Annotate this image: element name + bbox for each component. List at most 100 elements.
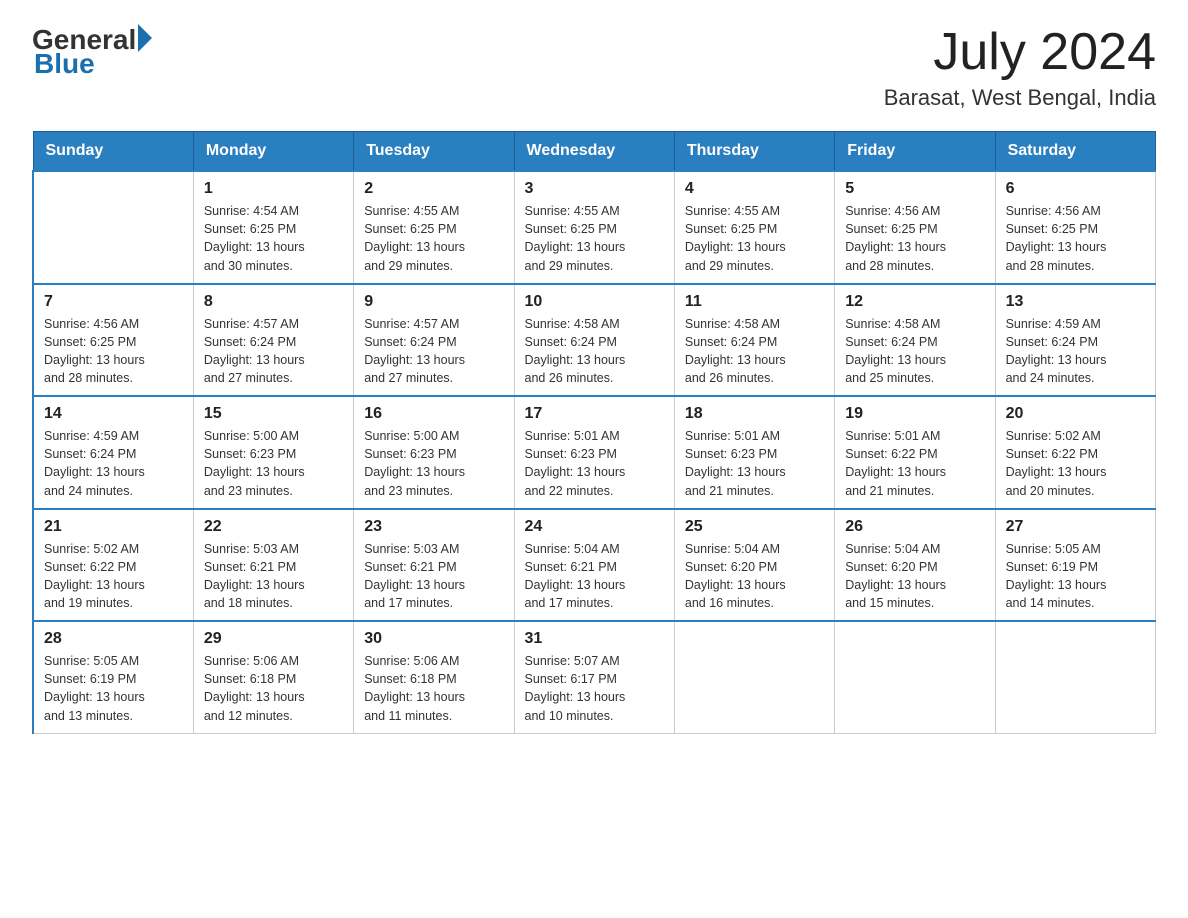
calendar-week-row: 7 Sunrise: 4:56 AM Sunset: 6:25 PM Daylig… (33, 284, 1156, 397)
calendar-header-row: SundayMondayTuesdayWednesdayThursdayFrid… (33, 132, 1156, 172)
calendar-day-23: 23Sunrise: 5:03 AM Sunset: 6:21 PM Dayli… (354, 509, 514, 622)
day-info: Sunrise: 5:01 AM Sunset: 6:23 PM Dayligh… (685, 427, 824, 500)
day-number: 24 (525, 518, 664, 536)
day-number: 1 (204, 180, 343, 198)
logo: General Blue (32, 24, 152, 80)
calendar-day-28: 28Sunrise: 5:05 AM Sunset: 6:19 PM Dayli… (33, 621, 193, 733)
location-subtitle: Barasat, West Bengal, India (884, 85, 1156, 111)
calendar-day-4: 4 Sunrise: 4:55 AM Sunset: 6:25 PM Daylig… (674, 171, 834, 284)
logo-blue-text: Blue (32, 48, 152, 80)
day-info: Sunrise: 5:07 AM Sunset: 6:17 PM Dayligh… (525, 652, 664, 725)
day-number: 29 (204, 630, 343, 648)
weekday-header-wednesday: Wednesday (514, 132, 674, 172)
calendar-day-12: 12 Sunrise: 4:58 AM Sunset: 6:24 PM Dayli… (835, 284, 995, 397)
calendar-day-3: 3 Sunrise: 4:55 AM Sunset: 6:25 PM Daylig… (514, 171, 674, 284)
day-number: 12 (845, 293, 984, 311)
calendar-empty-cell (674, 621, 834, 733)
day-info: Sunrise: 5:06 AM Sunset: 6:18 PM Dayligh… (364, 652, 503, 725)
calendar-day-25: 25Sunrise: 5:04 AM Sunset: 6:20 PM Dayli… (674, 509, 834, 622)
calendar-day-17: 17 Sunrise: 5:01 AM Sunset: 6:23 PM Dayli… (514, 396, 674, 509)
weekday-header-sunday: Sunday (33, 132, 193, 172)
day-number: 15 (204, 405, 343, 423)
calendar-week-row: 14Sunrise: 4:59 AM Sunset: 6:24 PM Dayli… (33, 396, 1156, 509)
calendar-day-2: 2 Sunrise: 4:55 AM Sunset: 6:25 PM Daylig… (354, 171, 514, 284)
calendar-day-21: 21 Sunrise: 5:02 AM Sunset: 6:22 PM Dayli… (33, 509, 193, 622)
day-number: 27 (1006, 518, 1145, 536)
day-info: Sunrise: 4:58 AM Sunset: 6:24 PM Dayligh… (525, 315, 664, 388)
calendar-day-15: 15 Sunrise: 5:00 AM Sunset: 6:23 PM Dayli… (193, 396, 353, 509)
day-info: Sunrise: 4:56 AM Sunset: 6:25 PM Dayligh… (44, 315, 183, 388)
day-info: Sunrise: 5:03 AM Sunset: 6:21 PM Dayligh… (204, 540, 343, 613)
day-info: Sunrise: 4:57 AM Sunset: 6:24 PM Dayligh… (204, 315, 343, 388)
day-number: 5 (845, 180, 984, 198)
day-number: 9 (364, 293, 503, 311)
day-number: 22 (204, 518, 343, 536)
day-number: 8 (204, 293, 343, 311)
day-info: Sunrise: 5:00 AM Sunset: 6:23 PM Dayligh… (204, 427, 343, 500)
day-info: Sunrise: 4:57 AM Sunset: 6:24 PM Dayligh… (364, 315, 503, 388)
calendar-week-row: 1 Sunrise: 4:54 AM Sunset: 6:25 PM Daylig… (33, 171, 1156, 284)
calendar-day-11: 11Sunrise: 4:58 AM Sunset: 6:24 PM Dayli… (674, 284, 834, 397)
day-info: Sunrise: 5:02 AM Sunset: 6:22 PM Dayligh… (1006, 427, 1145, 500)
calendar-day-24: 24 Sunrise: 5:04 AM Sunset: 6:21 PM Dayli… (514, 509, 674, 622)
calendar-day-27: 27 Sunrise: 5:05 AM Sunset: 6:19 PM Dayli… (995, 509, 1155, 622)
day-number: 20 (1006, 405, 1145, 423)
calendar-day-26: 26Sunrise: 5:04 AM Sunset: 6:20 PM Dayli… (835, 509, 995, 622)
day-number: 7 (44, 293, 183, 311)
day-number: 11 (685, 293, 824, 311)
calendar-day-14: 14Sunrise: 4:59 AM Sunset: 6:24 PM Dayli… (33, 396, 193, 509)
day-info: Sunrise: 4:55 AM Sunset: 6:25 PM Dayligh… (685, 202, 824, 275)
day-number: 30 (364, 630, 503, 648)
calendar-day-22: 22 Sunrise: 5:03 AM Sunset: 6:21 PM Dayli… (193, 509, 353, 622)
weekday-header-tuesday: Tuesday (354, 132, 514, 172)
title-section: July 2024 Barasat, West Bengal, India (884, 24, 1156, 111)
day-info: Sunrise: 4:55 AM Sunset: 6:25 PM Dayligh… (525, 202, 664, 275)
day-info: Sunrise: 4:58 AM Sunset: 6:24 PM Dayligh… (845, 315, 984, 388)
day-number: 6 (1006, 180, 1145, 198)
day-number: 3 (525, 180, 664, 198)
day-number: 2 (364, 180, 503, 198)
calendar-day-5: 5Sunrise: 4:56 AM Sunset: 6:25 PM Daylig… (835, 171, 995, 284)
day-info: Sunrise: 5:00 AM Sunset: 6:23 PM Dayligh… (364, 427, 503, 500)
day-number: 13 (1006, 293, 1145, 311)
day-info: Sunrise: 5:01 AM Sunset: 6:22 PM Dayligh… (845, 427, 984, 500)
day-number: 17 (525, 405, 664, 423)
calendar-empty-cell (995, 621, 1155, 733)
calendar-day-16: 16 Sunrise: 5:00 AM Sunset: 6:23 PM Dayli… (354, 396, 514, 509)
day-info: Sunrise: 5:04 AM Sunset: 6:21 PM Dayligh… (525, 540, 664, 613)
day-number: 18 (685, 405, 824, 423)
day-info: Sunrise: 4:55 AM Sunset: 6:25 PM Dayligh… (364, 202, 503, 275)
day-number: 4 (685, 180, 824, 198)
calendar-day-8: 8 Sunrise: 4:57 AM Sunset: 6:24 PM Daylig… (193, 284, 353, 397)
calendar-day-31: 31 Sunrise: 5:07 AM Sunset: 6:17 PM Dayli… (514, 621, 674, 733)
calendar-day-18: 18 Sunrise: 5:01 AM Sunset: 6:23 PM Dayli… (674, 396, 834, 509)
calendar-day-7: 7 Sunrise: 4:56 AM Sunset: 6:25 PM Daylig… (33, 284, 193, 397)
weekday-header-thursday: Thursday (674, 132, 834, 172)
calendar-day-9: 9 Sunrise: 4:57 AM Sunset: 6:24 PM Daylig… (354, 284, 514, 397)
day-info: Sunrise: 5:04 AM Sunset: 6:20 PM Dayligh… (685, 540, 824, 613)
day-info: Sunrise: 5:06 AM Sunset: 6:18 PM Dayligh… (204, 652, 343, 725)
weekday-header-friday: Friday (835, 132, 995, 172)
day-number: 31 (525, 630, 664, 648)
day-info: Sunrise: 5:03 AM Sunset: 6:21 PM Dayligh… (364, 540, 503, 613)
weekday-header-monday: Monday (193, 132, 353, 172)
day-info: Sunrise: 4:59 AM Sunset: 6:24 PM Dayligh… (1006, 315, 1145, 388)
day-number: 21 (44, 518, 183, 536)
calendar-day-19: 19Sunrise: 5:01 AM Sunset: 6:22 PM Dayli… (835, 396, 995, 509)
calendar-week-row: 21 Sunrise: 5:02 AM Sunset: 6:22 PM Dayli… (33, 509, 1156, 622)
calendar-day-13: 13 Sunrise: 4:59 AM Sunset: 6:24 PM Dayli… (995, 284, 1155, 397)
calendar-day-6: 6 Sunrise: 4:56 AM Sunset: 6:25 PM Daylig… (995, 171, 1155, 284)
day-info: Sunrise: 4:54 AM Sunset: 6:25 PM Dayligh… (204, 202, 343, 275)
calendar-table: SundayMondayTuesdayWednesdayThursdayFrid… (32, 131, 1156, 734)
day-info: Sunrise: 5:01 AM Sunset: 6:23 PM Dayligh… (525, 427, 664, 500)
calendar-empty-cell (33, 171, 193, 284)
day-info: Sunrise: 4:56 AM Sunset: 6:25 PM Dayligh… (1006, 202, 1145, 275)
calendar-day-10: 10Sunrise: 4:58 AM Sunset: 6:24 PM Dayli… (514, 284, 674, 397)
calendar-day-20: 20 Sunrise: 5:02 AM Sunset: 6:22 PM Dayli… (995, 396, 1155, 509)
day-number: 16 (364, 405, 503, 423)
weekday-header-saturday: Saturday (995, 132, 1155, 172)
calendar-week-row: 28Sunrise: 5:05 AM Sunset: 6:19 PM Dayli… (33, 621, 1156, 733)
day-info: Sunrise: 5:05 AM Sunset: 6:19 PM Dayligh… (1006, 540, 1145, 613)
day-info: Sunrise: 5:02 AM Sunset: 6:22 PM Dayligh… (44, 540, 183, 613)
month-year-title: July 2024 (884, 24, 1156, 81)
